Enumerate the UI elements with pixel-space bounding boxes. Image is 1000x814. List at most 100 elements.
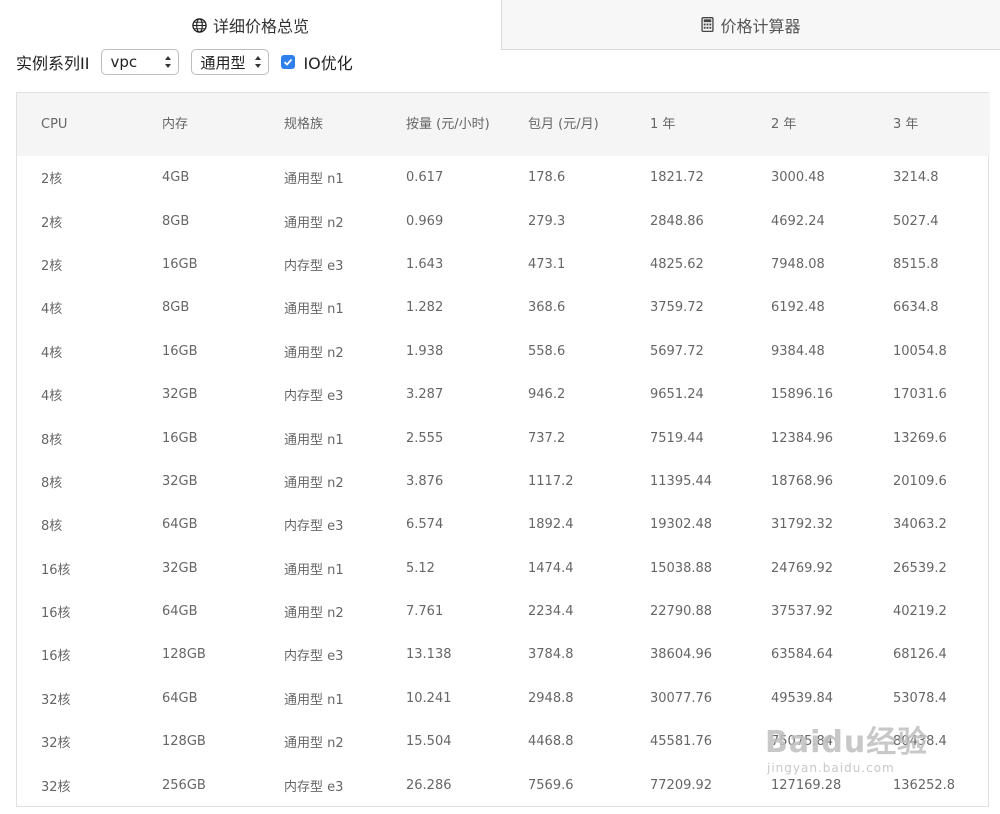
cell-cpu: 16核 [41,606,71,622]
cell-memory: 8GB [162,300,190,316]
cell-cpu: 16核 [41,649,71,665]
cell-memory: 16GB [162,256,198,272]
table-row: 16核 32GB 通用型 n1 5.12 1474.4 15038.88 24769.92 2… [17,547,990,590]
network-select-value: vpc [110,53,138,71]
table-row: 2核 4GB 通用型 n1 0.617 178.6 1821.72 3000.48 3214.… [17,156,990,199]
cell-memory: 128GB [162,734,206,750]
cell-monthly: 946.2 [528,387,566,403]
cell-memory: 64GB [162,690,198,706]
price-table: CPU 内存 规格族 按量 (元/小时) 包月 (元/月) 1 年 2 年 3 … [17,93,990,807]
cell-hourly: 0.617 [406,170,444,186]
cell-family: 通用型 n1 [284,692,344,708]
header-cpu: CPU [41,116,68,132]
select-arrows-icon [165,56,172,68]
cell-memory: 32GB [162,387,198,403]
cell-year-1: 77209.92 [650,777,713,793]
cell-hourly: 6.574 [406,517,444,533]
cell-year-3: 68126.4 [893,647,947,663]
cell-year-2: 127169.28 [771,777,842,793]
cell-year-3: 26539.2 [893,560,947,576]
cell-year-2: 37537.92 [771,604,834,620]
cell-monthly: 3784.8 [528,647,574,663]
cell-year-2: 4692.24 [771,213,825,229]
cell-year-2: 49539.84 [771,690,834,706]
cell-year-3: 13269.6 [893,430,947,446]
tab-price-overview[interactable]: 详细价格总览 [0,0,501,50]
cell-hourly: 1.938 [406,343,444,359]
table-row: 4核 8GB 通用型 n1 1.282 368.6 3759.72 6192.48 6634.… [17,286,990,329]
cell-year-2: 31792.32 [771,517,834,533]
cell-cpu: 8核 [41,432,63,448]
cell-hourly: 15.504 [406,734,452,750]
cell-year-2: 75075.84 [771,734,834,750]
cell-hourly: 26.286 [406,777,452,793]
cell-monthly: 1117.2 [528,473,574,489]
table-row: 2核 16GB 内存型 e3 1.643 473.1 4825.62 7948.08 8515… [17,243,990,286]
network-select[interactable]: vpc [101,49,180,75]
cell-memory: 32GB [162,473,198,489]
cell-memory: 32GB [162,560,198,576]
cell-monthly: 737.2 [528,430,566,446]
cell-year-3: 53078.4 [893,690,947,706]
cell-hourly: 1.643 [406,256,444,272]
table-header-row: CPU 内存 规格族 按量 (元/小时) 包月 (元/月) 1 年 2 年 3 … [17,93,990,156]
cell-year-3: 20109.6 [893,473,947,489]
header-2-year: 2 年 [771,116,797,132]
table-row: 8核 64GB 内存型 e3 6.574 1892.4 19302.48 31792.32 3… [17,503,990,546]
cell-monthly: 558.6 [528,343,566,359]
table-row: 2核 8GB 通用型 n2 0.969 279.3 2848.86 4692.24 5027.… [17,199,990,242]
cell-year-1: 15038.88 [650,560,713,576]
cell-monthly: 7569.6 [528,777,574,793]
cell-hourly: 2.555 [406,430,444,446]
table-row: 4核 32GB 内存型 e3 3.287 946.2 9651.24 15896.16 170… [17,373,990,416]
cell-monthly: 1892.4 [528,517,574,533]
header-memory: 内存 [162,116,189,132]
cell-hourly: 3.876 [406,473,444,489]
cell-year-1: 3759.72 [650,300,704,316]
table-row: 8核 16GB 通用型 n1 2.555 737.2 7519.44 12384.96 132… [17,416,990,459]
cell-year-3: 17031.6 [893,387,947,403]
cell-memory: 16GB [162,430,198,446]
cell-year-3: 5027.4 [893,213,939,229]
cell-family: 通用型 n1 [284,302,344,318]
table-body: 2核 4GB 通用型 n1 0.617 178.6 1821.72 3000.48 3214.… [17,156,990,807]
cell-cpu: 8核 [41,475,63,491]
table-row: 16核 64GB 通用型 n2 7.761 2234.4 22790.88 37537.92… [17,590,990,633]
cell-year-2: 3000.48 [771,170,825,186]
cell-year-1: 19302.48 [650,517,713,533]
type-select[interactable]: 通用型 [191,49,270,75]
cell-family: 内存型 e3 [284,779,344,795]
cell-family: 通用型 n1 [284,432,344,448]
cell-year-3: 6634.8 [893,300,939,316]
cell-year-1: 22790.88 [650,604,713,620]
cell-family: 通用型 n1 [284,172,344,188]
cell-year-3: 8515.8 [893,256,939,272]
cell-family: 通用型 n2 [284,475,344,491]
cell-family: 通用型 n2 [284,215,344,231]
check-icon [284,58,293,66]
header-3-year: 3 年 [893,116,919,132]
cell-family: 内存型 e3 [284,389,344,405]
cell-hourly: 3.287 [406,387,444,403]
cell-monthly: 178.6 [528,170,566,186]
cell-memory: 256GB [162,777,206,793]
cell-hourly: 10.241 [406,690,452,706]
cell-monthly: 473.1 [528,256,566,272]
tab-price-calculator[interactable]: 价格计算器 [501,0,1000,50]
table-row: 4核 16GB 通用型 n2 1.938 558.6 5697.72 9384.48 1005… [17,330,990,373]
cell-cpu: 4核 [41,345,63,361]
cell-year-3: 40219.2 [893,604,947,620]
cell-monthly: 368.6 [528,300,566,316]
cell-monthly: 279.3 [528,213,566,229]
cell-cpu: 32核 [41,736,71,752]
cell-year-2: 18768.96 [771,473,834,489]
table-row: 32核 128GB 通用型 n2 15.504 4468.8 45581.76 75075.… [17,720,990,763]
cell-family: 通用型 n2 [284,736,344,752]
cell-year-1: 11395.44 [650,473,713,489]
cell-cpu: 16核 [41,562,71,578]
io-optimized-checkbox[interactable] [281,55,296,69]
header-1-year: 1 年 [650,116,676,132]
cell-memory: 4GB [162,170,190,186]
cell-monthly: 1474.4 [528,560,574,576]
cell-hourly: 5.12 [406,560,435,576]
